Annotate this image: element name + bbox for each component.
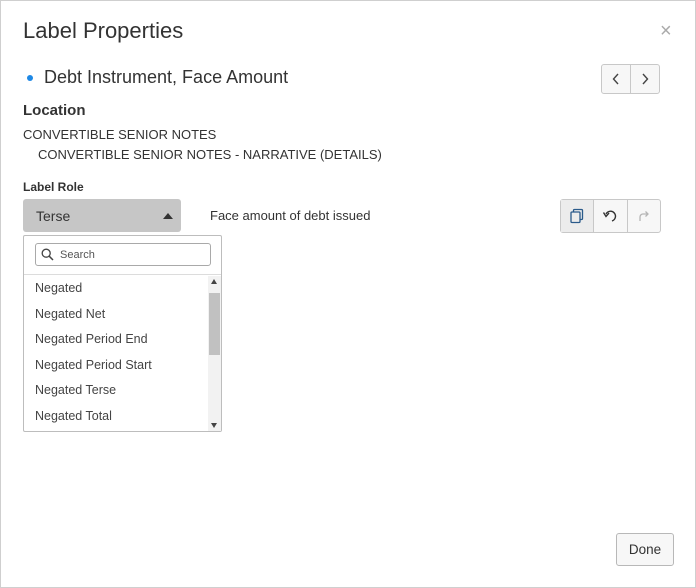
label-actions [560,199,661,233]
label-properties-dialog: Label Properties × Debt Instrument, Face… [0,0,696,588]
role-option[interactable]: Negated Period Start [24,353,207,379]
scroll-thumb[interactable] [209,293,220,355]
role-option-list[interactable]: Negated Negated Net Negated Period End N… [24,276,207,431]
caret-up-icon [163,212,173,219]
search-box[interactable] [35,243,211,266]
role-option[interactable]: Negated Total [24,404,207,430]
chevron-right-icon [642,73,649,85]
done-button[interactable]: Done [616,533,674,566]
dropdown-divider [24,274,221,275]
concept-name: Debt Instrument, Face Amount [44,67,289,87]
scroll-down-icon[interactable] [211,423,217,428]
copy-button[interactable] [561,200,594,232]
dialog-title: Label Properties [23,18,184,43]
role-option[interactable]: Negated Terse [24,378,207,404]
close-icon[interactable]: × [660,21,672,41]
undo-button[interactable] [593,200,626,232]
search-input[interactable] [58,247,202,262]
role-option[interactable]: Negated [24,276,207,302]
role-option[interactable]: Negated Net [24,302,207,328]
next-button[interactable] [630,65,659,93]
previous-button[interactable] [602,65,630,93]
search-icon [41,248,54,261]
undo-icon [603,210,617,222]
label-text: Face amount of debt issued [210,208,371,223]
copy-icon [570,208,584,224]
label-role-select[interactable]: Terse [23,199,181,232]
redo-icon [639,211,649,221]
role-option[interactable]: Negated Period End [24,327,207,353]
label-role-value: Terse [36,207,71,224]
label-role-dropdown: Negated Negated Net Negated Period End N… [23,235,222,432]
location-child: CONVERTIBLE SENIOR NOTES - NARRATIVE (DE… [38,147,382,162]
scroll-up-icon[interactable] [211,279,217,284]
location-heading: Location [23,102,86,119]
label-role-heading: Label Role [23,180,84,194]
chevron-left-icon [612,73,619,85]
concept-nav [601,64,660,94]
location-parent: CONVERTIBLE SENIOR NOTES [23,127,217,142]
bullet-icon [27,74,33,81]
redo-button[interactable] [626,200,660,232]
dropdown-scrollbar[interactable] [208,276,221,431]
concept-row: Debt Instrument, Face Amount [27,67,288,88]
